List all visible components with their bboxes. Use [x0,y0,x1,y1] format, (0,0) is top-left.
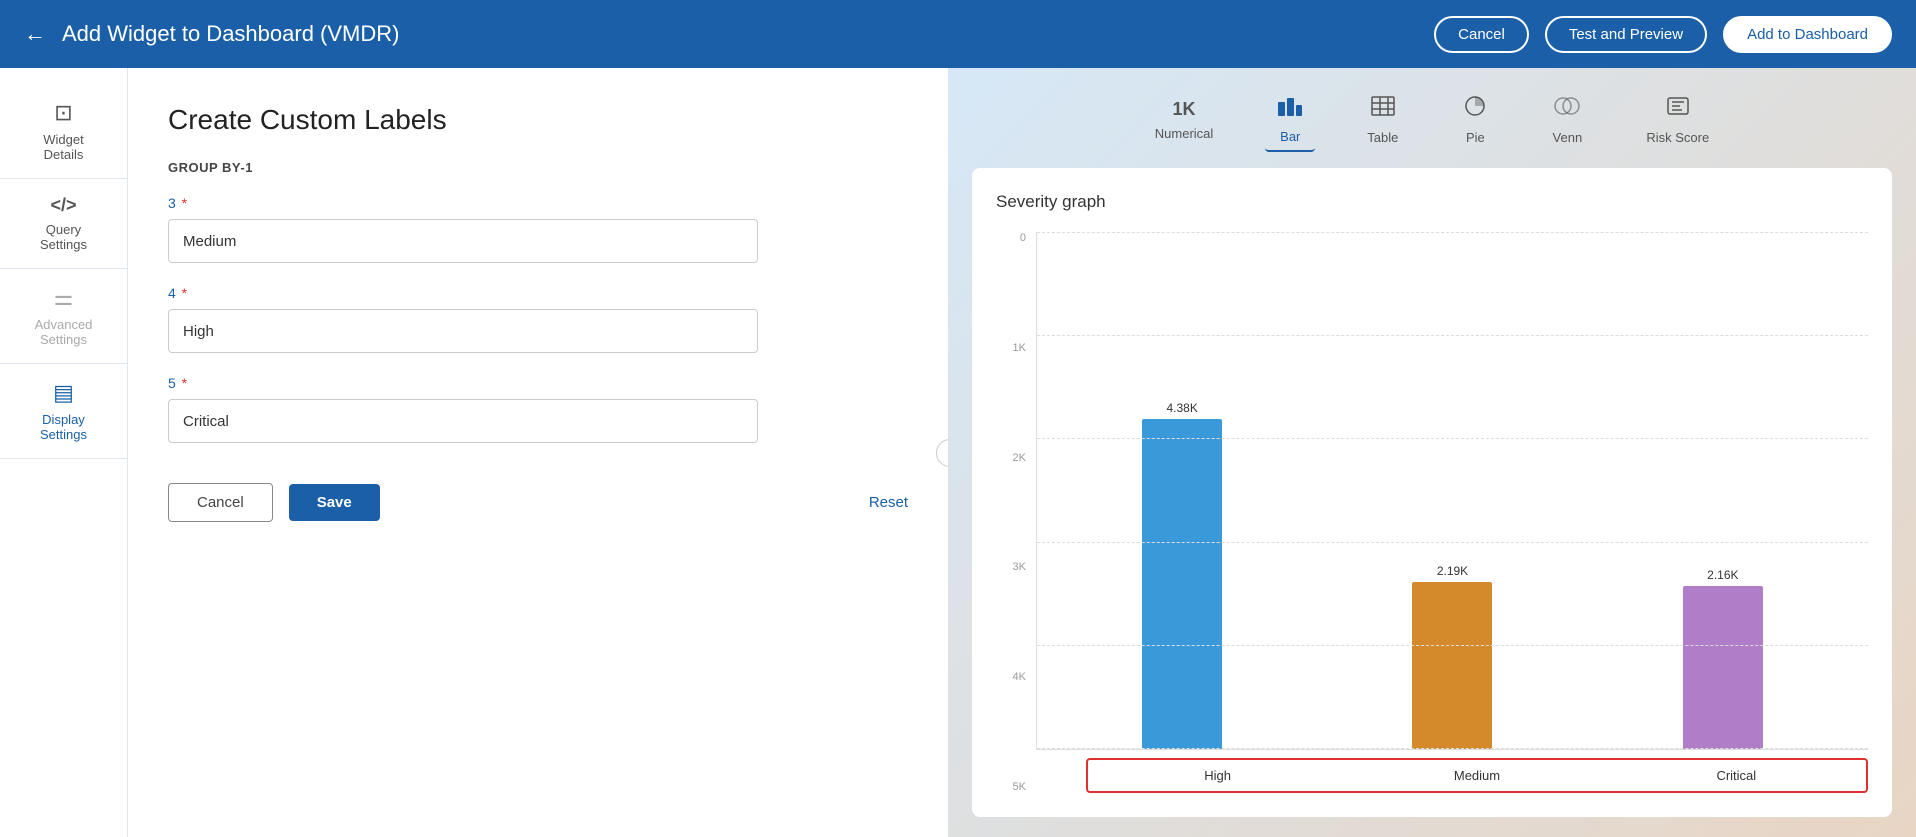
y-label-5k: 5K [996,781,1026,793]
collapse-button[interactable]: ‹ [936,439,948,467]
grid-line-5k [1037,232,1868,233]
field-label-3: 3 * [168,195,908,211]
chart-type-bar[interactable]: Bar [1265,88,1315,152]
sidebar-item-label-display-settings: DisplaySettings [40,412,87,442]
x-axis: High Medium Critical [1086,758,1868,793]
bar-critical [1683,586,1763,749]
widget-details-icon: ⊡ [54,100,72,126]
bar-high [1142,419,1222,749]
y-label-4k: 4K [996,671,1026,683]
field-group-4: 4 * [168,285,908,353]
chart-type-label-table: Table [1367,130,1398,145]
field-input-4[interactable] [168,309,758,353]
chart-type-label-numerical: Numerical [1155,126,1214,141]
bar-medium [1412,582,1492,749]
bar-value-critical: 2.16K [1707,568,1738,582]
chart-type-label-pie: Pie [1466,130,1485,145]
y-axis: 5K 4K 3K 2K 1K 0 [996,232,1036,793]
cancel-button[interactable]: Cancel [1434,16,1529,53]
field-label-4: 4 * [168,285,908,301]
chart-type-selector: 1K Numerical Bar [972,88,1892,152]
sidebar: ⊡ WidgetDetails </> QuerySettings ⚌ Adva… [0,68,128,837]
page-title: Add Widget to Dashboard (VMDR) [62,21,1418,47]
bar-chart-inner: 5K 4K 3K 2K 1K 0 [996,232,1868,793]
bar-wrapper-medium: 2.19K [1347,564,1557,749]
bar-value-high: 4.38K [1166,401,1197,415]
sidebar-item-query-settings[interactable]: </> QuerySettings [0,179,127,269]
back-button[interactable]: ← [24,21,46,47]
chart-type-risk-score[interactable]: Risk Score [1634,89,1721,151]
content-area: Create Custom Labels GROUP BY-1 3 * 4 * … [128,68,1916,837]
sidebar-item-widget-details[interactable]: ⊡ WidgetDetails [0,84,127,179]
chart-title: Severity graph [996,192,1868,212]
y-label-0: 0 [996,232,1026,244]
y-label-2k: 2K [996,452,1026,464]
chart-type-venn[interactable]: Venn [1540,89,1594,151]
required-indicator-5: * [178,375,187,391]
chart-card: Severity graph 5K 4K 3K 2K 1K 0 [972,168,1892,817]
x-label-critical: Critical [1607,760,1866,791]
display-settings-icon: ▤ [53,380,74,406]
table-icon [1370,95,1396,124]
form-footer: Cancel Save Reset [168,483,908,522]
field-group-5: 5 * [168,375,908,443]
form-title: Create Custom Labels [168,104,908,136]
risk-score-icon [1665,95,1691,124]
chart-type-label-venn: Venn [1553,130,1583,145]
field-input-5[interactable] [168,399,758,443]
bar-chart-area: 5K 4K 3K 2K 1K 0 [996,232,1868,793]
form-save-button[interactable]: Save [289,484,380,521]
preview-panel: 1K Numerical Bar [948,68,1916,837]
form-reset-button[interactable]: Reset [869,494,908,511]
sidebar-item-display-settings[interactable]: ▤ DisplaySettings [0,364,127,459]
required-indicator-3: * [178,195,187,211]
sidebar-item-label-query-settings: QuerySettings [40,222,87,252]
form-panel: Create Custom Labels GROUP BY-1 3 * 4 * … [128,68,948,837]
sidebar-item-advanced-settings[interactable]: ⚌ AdvancedSettings [0,269,127,364]
header: ← Add Widget to Dashboard (VMDR) Cancel … [0,0,1916,68]
required-indicator-4: * [178,285,187,301]
chart-body: 4.38K 2.19K 2.16K [1036,232,1868,793]
x-label-high: High [1088,760,1347,791]
chart-type-label-risk-score: Risk Score [1646,130,1709,145]
advanced-settings-icon: ⚌ [54,285,74,311]
chart-type-pie[interactable]: Pie [1450,89,1500,151]
bars-container: 4.38K 2.19K 2.16K [1036,232,1868,750]
numerical-icon: 1K [1173,99,1196,120]
field-group-3: 3 * [168,195,908,263]
bar-icon [1277,94,1303,123]
bar-wrapper-critical: 2.16K [1618,568,1828,749]
sidebar-item-label-widget-details: WidgetDetails [43,132,83,162]
chart-type-table[interactable]: Table [1355,89,1410,151]
group-by-label: GROUP BY-1 [168,160,908,175]
main-layout: ⊡ WidgetDetails </> QuerySettings ⚌ Adva… [0,68,1916,837]
chart-type-label-bar: Bar [1280,129,1300,144]
sidebar-item-label-advanced-settings: AdvancedSettings [35,317,93,347]
chart-type-numerical[interactable]: 1K Numerical [1143,93,1226,147]
form-cancel-button[interactable]: Cancel [168,483,273,522]
x-label-medium: Medium [1347,760,1606,791]
bar-value-medium: 2.19K [1437,564,1468,578]
field-input-3[interactable] [168,219,758,263]
y-label-1k: 1K [996,342,1026,354]
add-dashboard-button[interactable]: Add to Dashboard [1723,16,1892,53]
test-preview-button[interactable]: Test and Preview [1545,16,1707,53]
venn-icon [1552,95,1582,124]
field-label-5: 5 * [168,375,908,391]
y-label-3k: 3K [996,561,1026,573]
grid-line-4k [1037,335,1868,336]
query-settings-icon: </> [50,195,76,216]
bar-wrapper-high: 4.38K [1077,401,1287,749]
pie-icon [1462,95,1488,124]
